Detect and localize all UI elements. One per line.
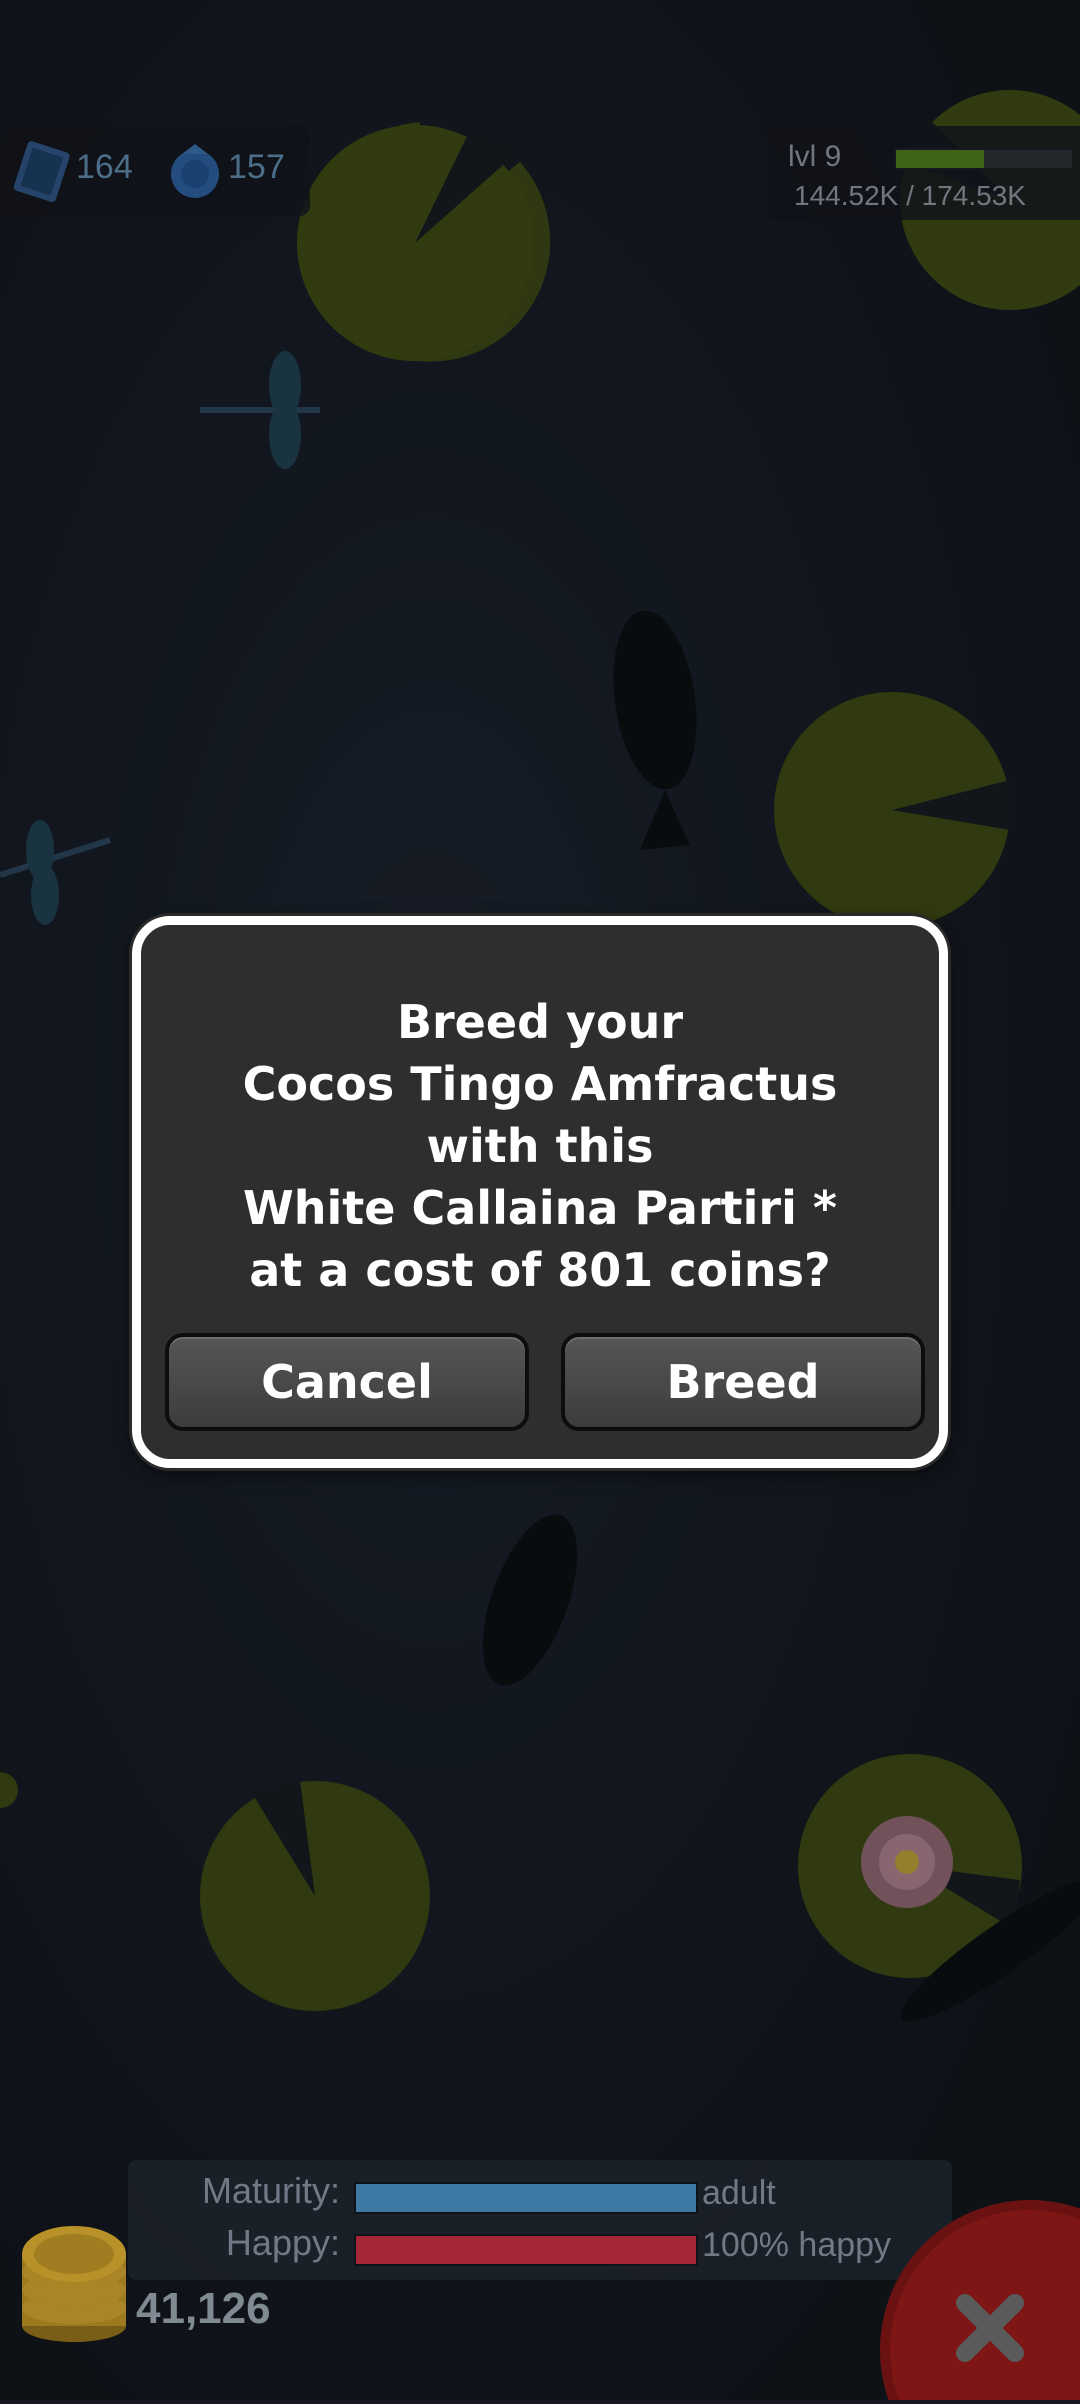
- coin-stack-icon: [18, 2214, 130, 2348]
- happy-bar: [354, 2234, 698, 2266]
- happy-value: 100% happy: [702, 2226, 892, 2264]
- coin-count: 41,126: [136, 2284, 271, 2333]
- dialog-message: Breed your Cocos Tingo Amfractus with th…: [141, 991, 939, 1301]
- dialog-line: with this: [426, 1119, 654, 1173]
- cancel-button[interactable]: Cancel: [165, 1333, 529, 1431]
- dialog-line: at a cost of 801 coins?: [249, 1243, 831, 1297]
- maturity-label: Maturity:: [201, 2170, 340, 2211]
- dialog-line: White Callaina Partiri *: [243, 1181, 837, 1235]
- happy-label: Happy:: [225, 2222, 340, 2263]
- fish-stats-panel: Maturity: adult Happy: 100% happy: [128, 2160, 952, 2280]
- maturity-bar: [354, 2182, 698, 2214]
- dialog-line: Breed your: [396, 995, 684, 1049]
- breed-button[interactable]: Breed: [561, 1333, 925, 1431]
- close-button[interactable]: [880, 2190, 1080, 2404]
- dialog-line: Cocos Tingo Amfractus: [242, 1057, 838, 1111]
- breed-confirm-dialog: Breed your Cocos Tingo Amfractus with th…: [132, 916, 948, 1468]
- maturity-value: adult: [702, 2174, 776, 2212]
- maturity-bar-fill: [356, 2184, 696, 2212]
- happy-bar-fill: [356, 2236, 696, 2264]
